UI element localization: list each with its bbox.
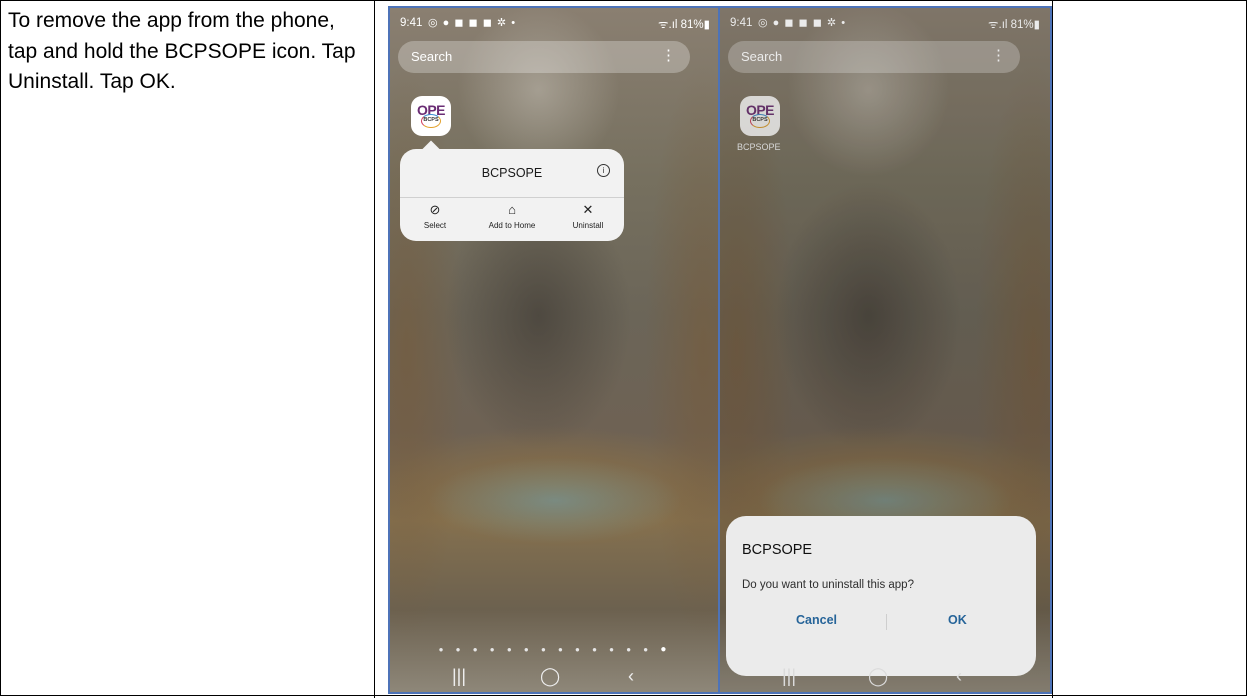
status-bar: 9:41 ◎ ● ◼ ◼ ◼ ✲ • ᯤ.ıl 81%▮ (390, 8, 720, 38)
bcpsope-app-icon[interactable]: OPE BCPS (740, 96, 780, 136)
page-dot-active: ● (660, 644, 672, 655)
search-bar[interactable]: Search ⋮ (398, 41, 690, 73)
uninstall-label: Uninstall (572, 221, 604, 230)
navigation-bar: ||| ◯ ‹ (720, 658, 1050, 692)
add-to-home-label: Add to Home (488, 221, 536, 230)
recents-button[interactable]: ||| (782, 666, 796, 687)
popup-divider (400, 197, 624, 198)
bcps-logo-text: BCPS (423, 117, 439, 123)
notification-icons: ◎ ● ◼ ◼ ◼ ✲ • (758, 17, 847, 29)
dialog-title: BCPSOPE (742, 542, 813, 558)
home-button[interactable]: ◯ (868, 666, 888, 687)
table-divider (1052, 0, 1053, 698)
status-time: 9:41 (400, 17, 423, 29)
back-button[interactable]: ‹ (956, 666, 962, 687)
select-action[interactable]: ⊘ Select (400, 202, 470, 230)
select-label: Select (423, 221, 447, 230)
page-indicator: ● ● ● ● ● ● ● ● ● ● ● ● ● ● (390, 644, 720, 655)
more-options-icon[interactable]: ⋮ (991, 48, 1006, 63)
home-button[interactable]: ◯ (540, 666, 560, 687)
status-time: 9:41 (730, 17, 753, 29)
close-icon: ✕ (582, 202, 594, 217)
bcpsope-app-icon[interactable]: OPE BCPS (411, 96, 451, 136)
dialog-message: Do you want to uninstall this app? (742, 579, 914, 591)
popup-pointer (422, 140, 440, 158)
notification-icons: ◎ ● ◼ ◼ ◼ ✲ • (428, 17, 517, 29)
info-icon[interactable]: i (597, 164, 610, 177)
phone-screen-context-menu: 9:41 ◎ ● ◼ ◼ ◼ ✲ • ᯤ.ıl 81%▮ Search ⋮ OP… (388, 6, 722, 694)
uninstall-dialog: BCPSOPE Do you want to uninstall this ap… (726, 516, 1036, 676)
battery-signal: ᯤ.ıl 81%▮ (988, 19, 1040, 31)
add-to-home-action[interactable]: ⌂ Add to Home (477, 202, 547, 230)
search-placeholder: Search (741, 49, 783, 64)
ok-button[interactable]: OK (948, 613, 967, 627)
app-label: BCPSOPE (737, 142, 781, 152)
navigation-bar: ||| ◯ ‹ (390, 658, 720, 692)
phone-screen-uninstall-dialog: 9:41 ◎ ● ◼ ◼ ◼ ✲ • ᯤ.ıl 81%▮ Search ⋮ OP… (718, 6, 1052, 694)
button-separator (886, 614, 887, 630)
battery-signal: ᯤ.ıl 81%▮ (658, 19, 710, 31)
instruction-text: To remove the app from the phone, tap an… (8, 9, 356, 93)
back-button[interactable]: ‹ (628, 666, 634, 687)
status-bar: 9:41 ◎ ● ◼ ◼ ◼ ✲ • ᯤ.ıl 81%▮ (720, 8, 1050, 38)
bcps-logo-text: BCPS (752, 117, 768, 123)
popup-title: BCPSOPE (481, 166, 543, 180)
search-bar[interactable]: Search ⋮ (728, 41, 1020, 73)
table-divider (374, 0, 375, 698)
home-add-icon: ⌂ (508, 202, 516, 217)
app-context-menu: BCPSOPE i ⊘ Select ⌂ Add to Home ✕ Unins… (400, 140, 624, 241)
page-dots: ● ● ● ● ● ● ● ● ● ● ● ● ● (438, 645, 654, 654)
more-options-icon[interactable]: ⋮ (661, 48, 676, 63)
search-placeholder: Search (411, 49, 453, 64)
recents-button[interactable]: ||| (452, 666, 466, 687)
uninstall-action[interactable]: ✕ Uninstall (553, 202, 623, 230)
cancel-button[interactable]: Cancel (796, 613, 837, 627)
select-icon: ⊘ (429, 202, 441, 217)
